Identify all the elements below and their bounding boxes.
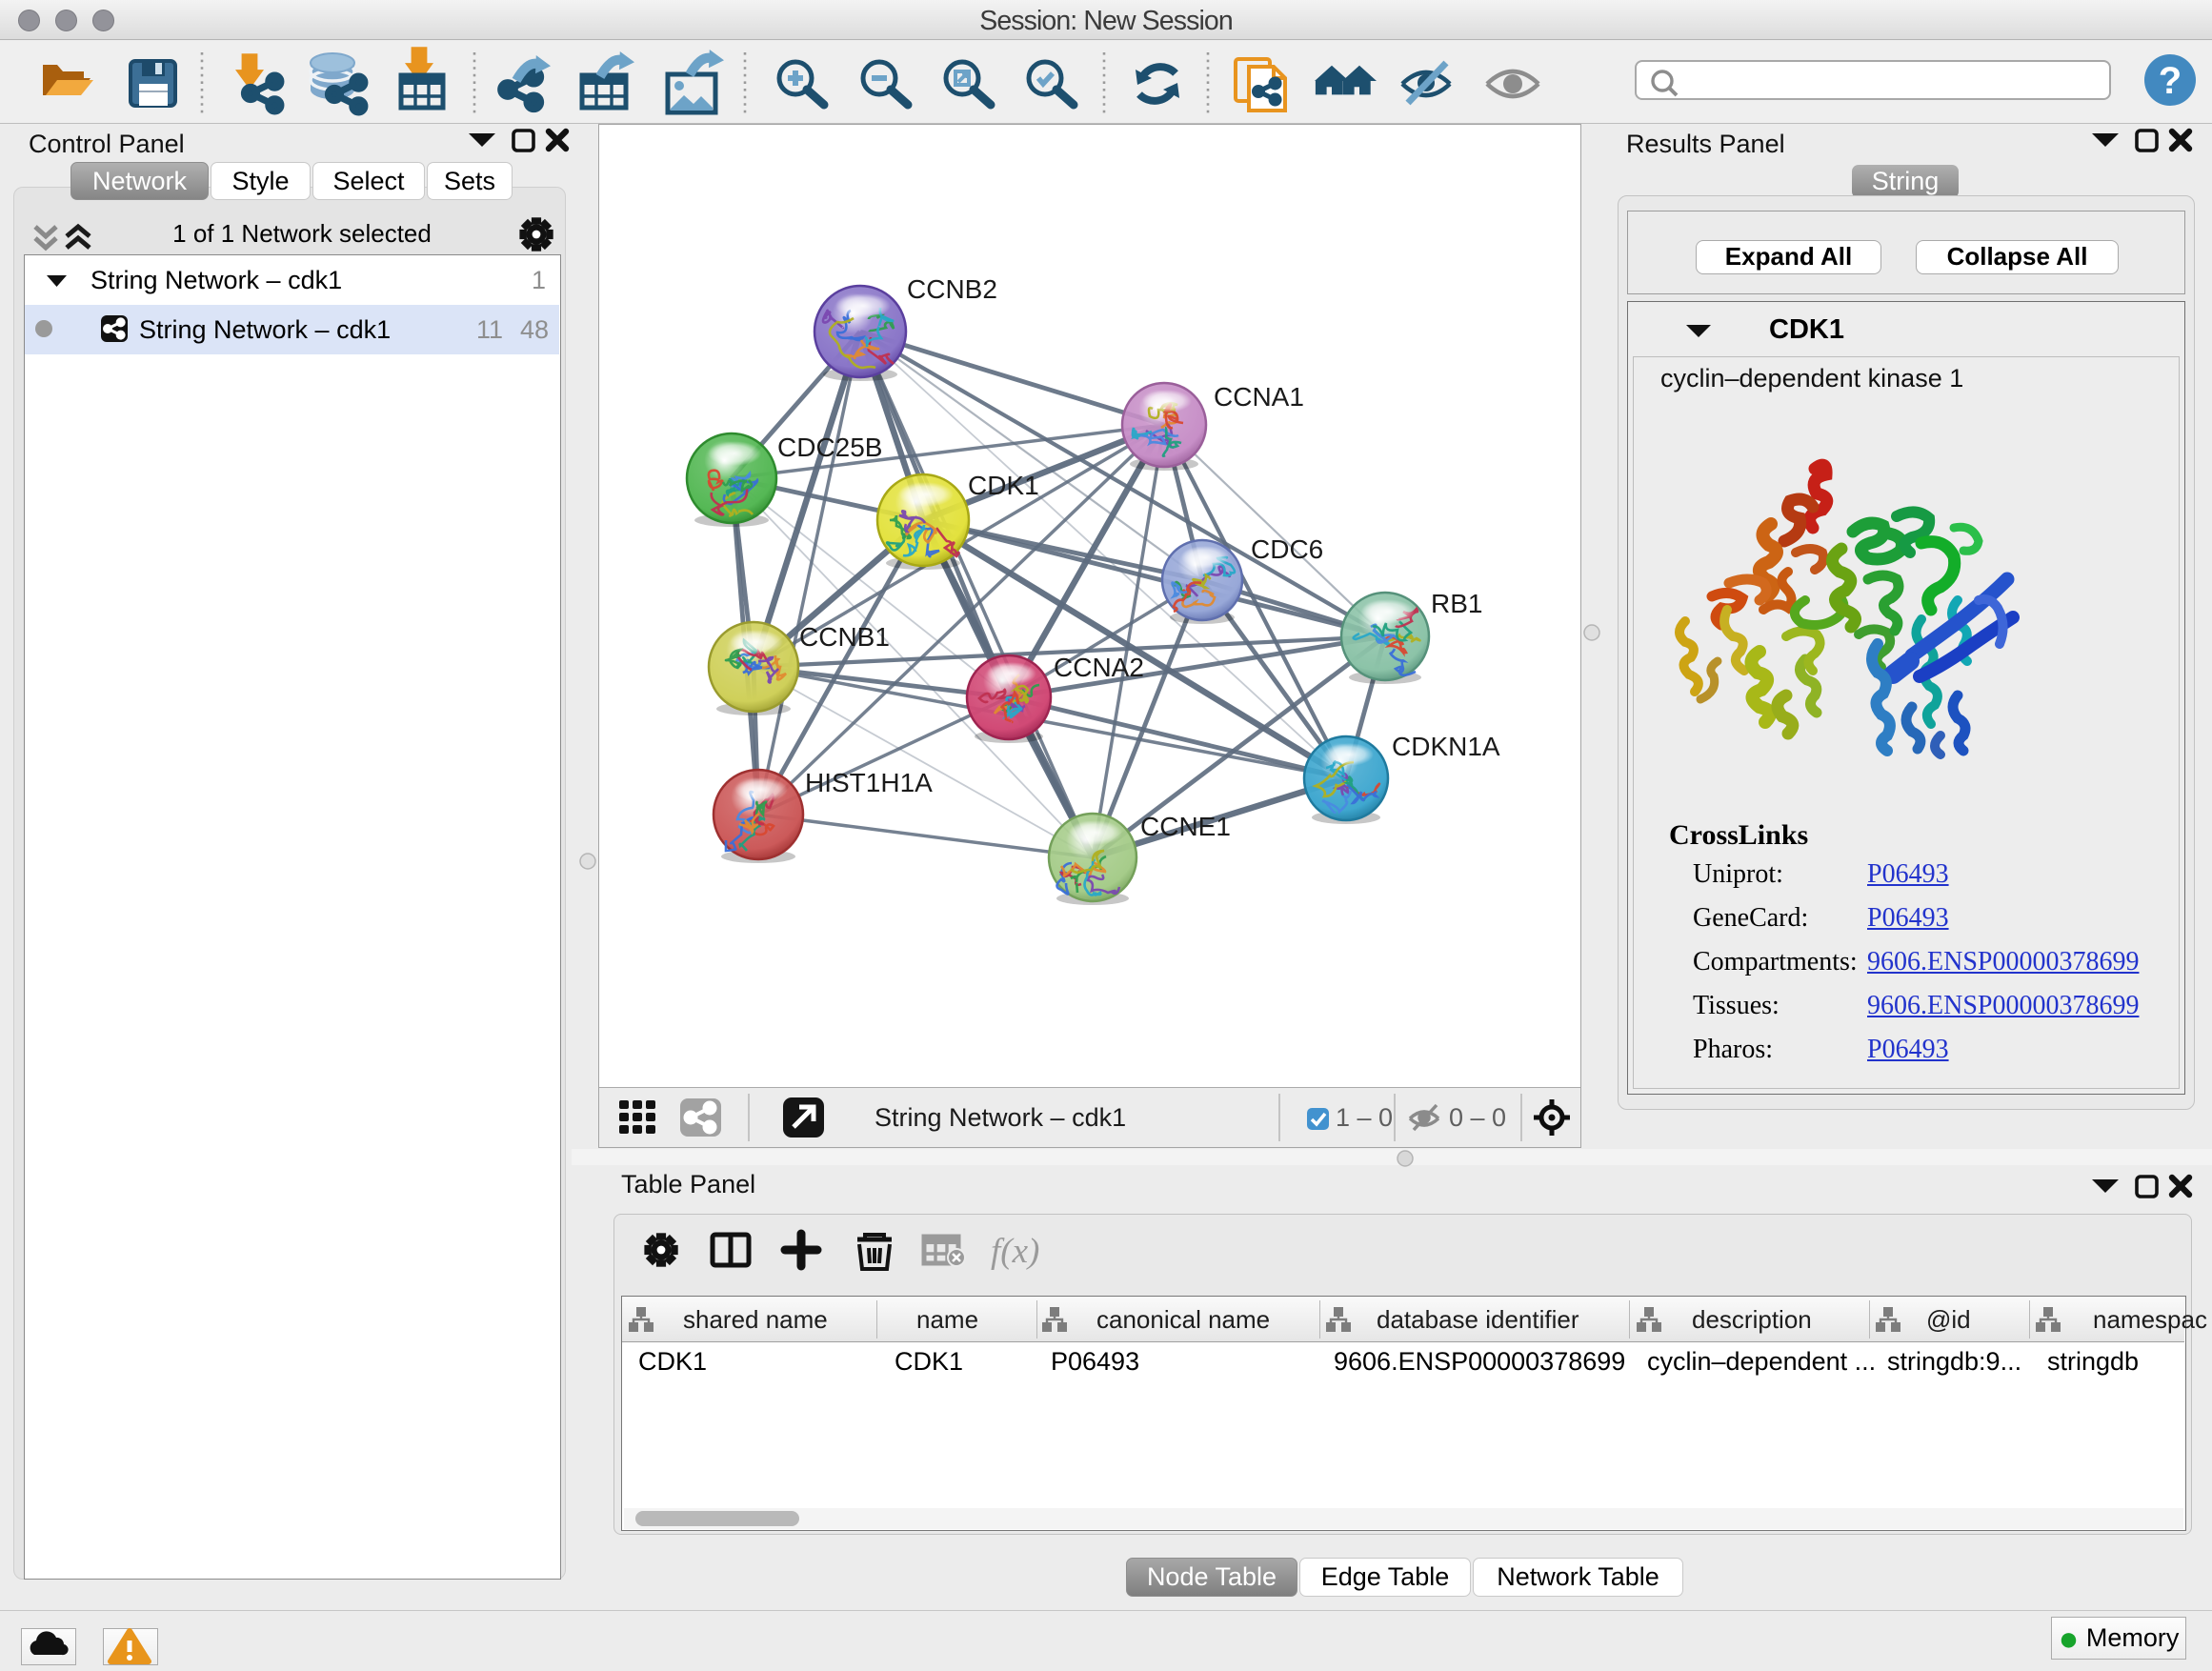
svg-text:CCNA1: CCNA1 — [1214, 382, 1304, 412]
svg-text:CCNB1: CCNB1 — [799, 622, 890, 652]
svg-text:CCNE1: CCNE1 — [1140, 812, 1231, 841]
svg-text:CDKN1A: CDKN1A — [1392, 732, 1500, 761]
svg-text:String Network – cdk1: String Network – cdk1 — [875, 1103, 1126, 1132]
svg-text:CCNA2: CCNA2 — [1054, 653, 1144, 682]
svg-text:1 – 0: 1 – 0 — [1336, 1103, 1393, 1132]
svg-text:CDC6: CDC6 — [1251, 534, 1323, 564]
svg-text:RB1: RB1 — [1431, 589, 1482, 618]
svg-text:CDK1: CDK1 — [968, 471, 1039, 500]
svg-text:CDC25B: CDC25B — [777, 433, 882, 462]
svg-text:CCNB2: CCNB2 — [907, 274, 997, 304]
svg-text:0 – 0: 0 – 0 — [1449, 1103, 1506, 1132]
svg-text:HIST1H1A: HIST1H1A — [805, 768, 933, 797]
